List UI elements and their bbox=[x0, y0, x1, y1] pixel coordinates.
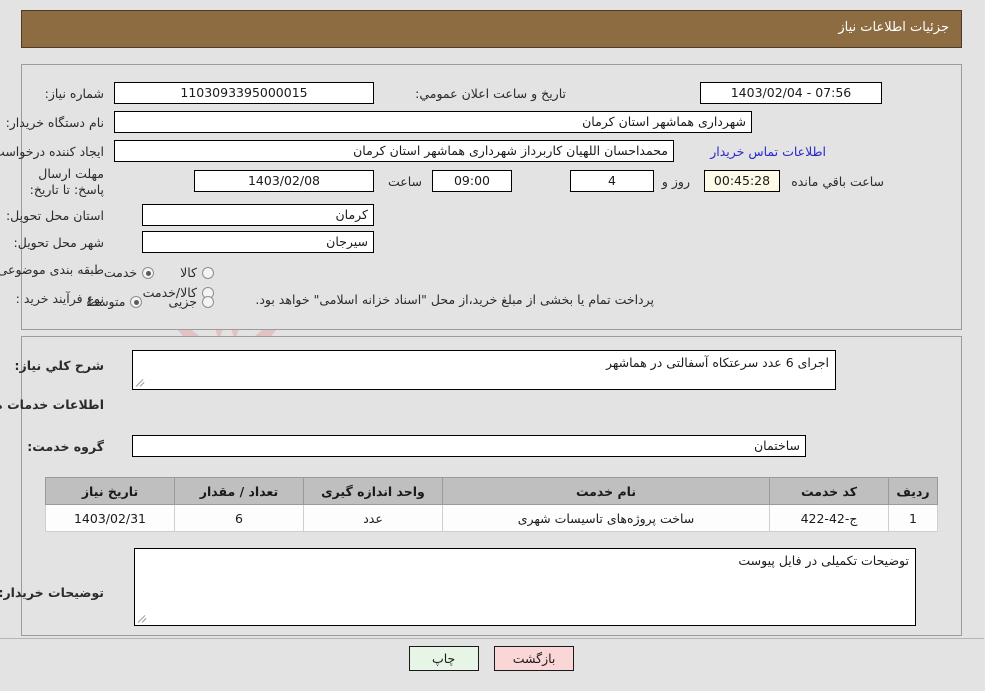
subject-category-option-0[interactable]: کالا bbox=[181, 262, 215, 281]
general-description-label: شرح کلي نیاز: bbox=[15, 358, 105, 373]
request-creator-label: ایجاد کننده درخواست: bbox=[0, 144, 105, 159]
radio-button-icon[interactable] bbox=[131, 296, 144, 308]
purchase-process-option-label: متوسط bbox=[87, 294, 127, 309]
table-column-header: واحد اندازه گیری bbox=[304, 477, 444, 505]
table-cell-unit: عدد bbox=[304, 504, 444, 532]
footer-divider bbox=[0, 638, 985, 639]
buyer-notes-textarea[interactable]: توضیحات تکمیلی در فایل پیوست bbox=[135, 548, 917, 626]
service-group-value: ساختمان bbox=[133, 435, 807, 457]
delivery-city-value: سیرجان bbox=[143, 231, 375, 253]
table-cell-code: ج-42-422 bbox=[770, 504, 890, 532]
need-number-label: شماره نیاز: bbox=[45, 86, 105, 101]
buyer-notes-label: توضیحات خریدار: bbox=[0, 585, 105, 600]
deadline-label: مهلت ارسال پاسخ: تا تاریخ: bbox=[30, 166, 105, 197]
countdown-timer: 00:45:28 bbox=[705, 170, 781, 192]
radio-button-icon[interactable] bbox=[203, 296, 215, 308]
table-cell-name: ساخت پروژه‌های تاسیسات شهری bbox=[443, 504, 771, 532]
table-column-header: تعداد / مقدار bbox=[175, 477, 305, 505]
table-cell-qty: 6 bbox=[175, 504, 305, 532]
deadline-date-value: 1403/02/08 bbox=[195, 170, 375, 192]
purchase-process-radio-group[interactable]: جزیی متوسط bbox=[61, 290, 215, 310]
table-header-row: ردیف کد خدمت نام خدمت واحد اندازه گیری تعداد… bbox=[46, 477, 939, 505]
general-description-textarea[interactable]: اجرای 6 عدد سرعتکاه آسفالتی در هماشهر bbox=[133, 350, 837, 390]
services-section-title: اطلاعات خدمات مورد نیاز bbox=[0, 397, 105, 412]
announce-datetime-label: تاریخ و ساعت اعلان عمومي: bbox=[416, 86, 567, 101]
table-column-header: نام خدمت bbox=[443, 477, 771, 505]
countdown-suffix-label: ساعت باقي مانده bbox=[792, 174, 885, 189]
table-cell-row: 1 bbox=[889, 504, 939, 532]
buyer-org-label: نام دستگاه خریدار: bbox=[6, 115, 105, 130]
subject-category-option-1[interactable]: خدمت bbox=[104, 262, 156, 281]
buyer-notes-value: توضیحات تکمیلی در فایل پیوست bbox=[739, 553, 910, 568]
resize-grip-icon[interactable] bbox=[136, 376, 148, 388]
purchase-process-option-label: جزیی bbox=[169, 294, 198, 309]
deadline-time-value: 09:00 bbox=[433, 170, 513, 192]
subject-category-option-label: خدمت bbox=[104, 265, 139, 280]
radio-button-icon[interactable] bbox=[143, 267, 156, 279]
page-title: جزئیات اطلاعات نیاز bbox=[839, 20, 950, 35]
payment-note: پرداخت تمام یا بخشی از مبلغ خرید،از محل … bbox=[256, 292, 655, 307]
purchase-process-option-1[interactable]: متوسط bbox=[87, 291, 144, 310]
table-cell-need-date: 1403/02/31 bbox=[46, 504, 176, 532]
days-remaining-value: 4 bbox=[571, 170, 655, 192]
buyer-contact-link[interactable]: اطلاعات تماس خریدار bbox=[711, 144, 827, 159]
days-word-label: روز و bbox=[662, 174, 691, 189]
delivery-province-label: استان محل تحویل: bbox=[6, 208, 105, 223]
subject-category-option-label: کالا bbox=[181, 265, 198, 280]
delivery-city-label: شهر محل تحویل: bbox=[14, 235, 105, 250]
purchase-process-option-0[interactable]: جزیی bbox=[169, 291, 215, 310]
back-button[interactable]: بازگشت bbox=[494, 646, 576, 671]
page-header: جزئیات اطلاعات نیاز bbox=[22, 10, 963, 48]
deadline-hour-label: ساعت bbox=[388, 174, 423, 189]
table-column-header: تاریخ نیاز bbox=[46, 477, 176, 505]
announce-datetime-value: 07:56 - 1403/02/04 bbox=[701, 82, 883, 104]
table-column-header: ردیف bbox=[889, 477, 939, 505]
radio-button-icon[interactable] bbox=[203, 267, 215, 279]
print-button[interactable]: چاپ bbox=[409, 646, 480, 671]
table-body: 1 ج-42-422 ساخت پروژه‌های تاسیسات شهری عدد 6… bbox=[46, 504, 939, 532]
delivery-province-value: کرمان bbox=[143, 204, 375, 226]
request-creator-value: محمداحسان اللهیان کاربرداز شهرداری هماشه… bbox=[115, 140, 675, 162]
footer-button-bar: بازگشت چاپ bbox=[0, 646, 985, 671]
general-description-value: اجرای 6 عدد سرعتکاه آسفالتی در هماشهر bbox=[606, 355, 830, 370]
need-number-value: 1103093395000015 bbox=[115, 82, 375, 104]
buyer-org-value: شهرداری هماشهر استان کرمان bbox=[115, 111, 753, 133]
items-table-container: ردیف کد خدمت نام خدمت واحد اندازه گیری تعداد… bbox=[46, 477, 939, 532]
table-column-header: کد خدمت bbox=[770, 477, 890, 505]
items-table: ردیف کد خدمت نام خدمت واحد اندازه گیری تعداد… bbox=[46, 477, 939, 532]
resize-grip-icon[interactable] bbox=[138, 612, 150, 624]
table-row: 1 ج-42-422 ساخت پروژه‌های تاسیسات شهری عدد 6… bbox=[46, 504, 939, 532]
service-group-label: گروه خدمت: bbox=[28, 439, 105, 454]
